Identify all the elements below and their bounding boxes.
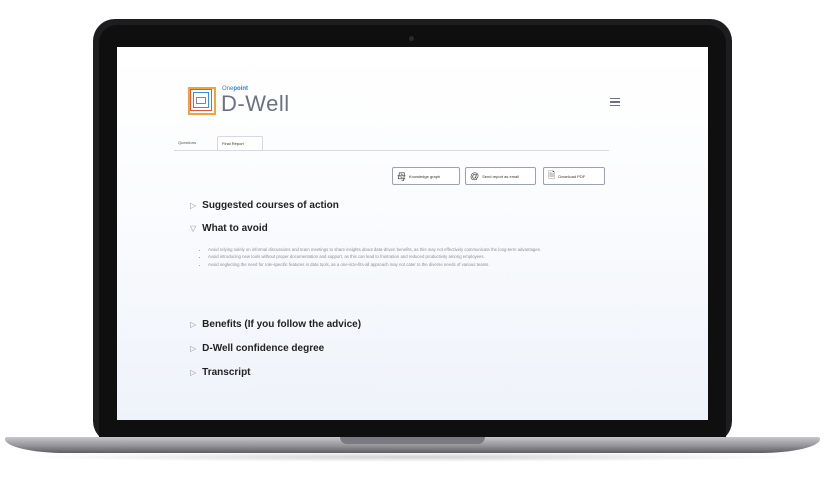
triangle-down-icon: ▽ xyxy=(190,224,197,233)
section-title: Transcript xyxy=(202,367,251,378)
section-suggested-courses[interactable]: ▷ Suggested courses of action xyxy=(190,200,339,211)
section-title: What to avoid xyxy=(202,223,268,234)
graph-icon: ⺟ xyxy=(397,171,407,182)
knowledge-graph-label: Knowledge graph xyxy=(409,173,441,179)
section-transcript[interactable]: ▷ Transcript xyxy=(190,367,251,378)
tab-divider xyxy=(174,150,609,151)
brand-title: D-Well xyxy=(221,91,290,116)
triangle-right-icon: ▷ xyxy=(190,201,197,210)
at-icon: @ xyxy=(470,171,480,181)
pdf-icon: 🗎 xyxy=(548,170,556,180)
logo-icon xyxy=(188,87,216,115)
section-title: Benefits (If you follow the advice) xyxy=(202,319,362,330)
download-pdf-label: Download PDF xyxy=(558,173,586,179)
section-what-to-avoid[interactable]: ▽ What to avoid xyxy=(190,223,268,234)
list-item: Avoid neglecting the need for role-speci… xyxy=(208,262,598,268)
hamburger-icon[interactable] xyxy=(610,98,620,107)
send-email-label: Send report as email xyxy=(482,173,520,179)
section-title: Suggested courses of action xyxy=(202,200,339,211)
triangle-right-icon: ▷ xyxy=(190,320,197,329)
list-item: Avoid introducing new tools without prop… xyxy=(208,254,598,260)
tab-questions[interactable]: Questions xyxy=(174,136,222,149)
laptop-shadow xyxy=(20,452,805,462)
download-pdf-button[interactable]: 🗎 Download PDF xyxy=(543,167,605,185)
knowledge-graph-button[interactable]: ⺟ Knowledge graph xyxy=(392,167,460,185)
triangle-right-icon: ▷ xyxy=(190,368,197,377)
avoid-list: Avoid relying solely on informal discuss… xyxy=(202,247,598,269)
list-item: Avoid relying solely on informal discuss… xyxy=(208,247,598,253)
triangle-right-icon: ▷ xyxy=(190,344,197,353)
camera-icon xyxy=(409,36,414,41)
laptop-notch xyxy=(340,437,485,444)
section-confidence[interactable]: ▷ D-Well confidence degree xyxy=(190,343,324,354)
app-screen: Onepoint D-Well Questions Final Report ⺟… xyxy=(117,47,708,420)
send-email-button[interactable]: @ Send report as email xyxy=(465,167,536,185)
section-benefits[interactable]: ▷ Benefits (If you follow the advice) xyxy=(190,319,361,330)
tab-final-report[interactable]: Final Report xyxy=(217,136,263,151)
laptop-bezel-bottom xyxy=(99,420,726,437)
section-title: D-Well confidence degree xyxy=(202,343,325,354)
